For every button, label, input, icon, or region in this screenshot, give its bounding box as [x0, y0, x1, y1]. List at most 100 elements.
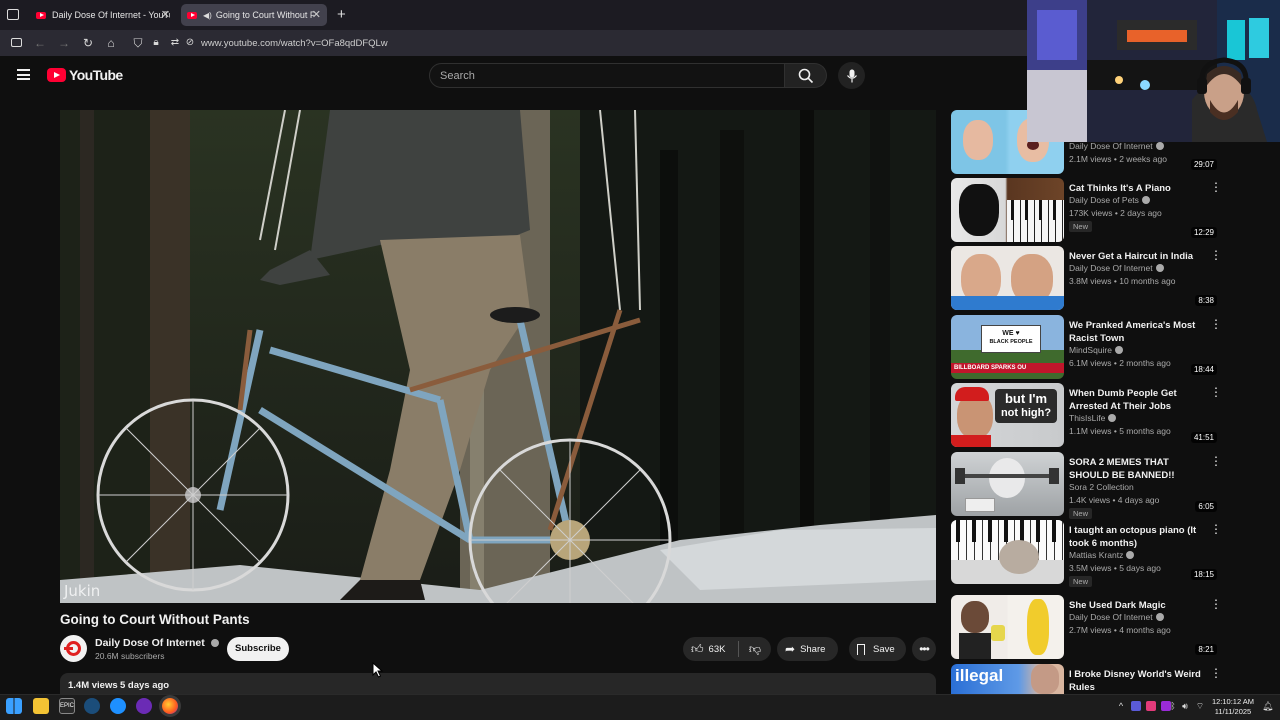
more-vertical-icon[interactable]: ⋮: [1210, 523, 1222, 535]
save-button[interactable]: Save: [849, 637, 906, 661]
youtube-wordmark: YouTube: [69, 67, 123, 83]
more-vertical-icon[interactable]: ⋮: [1210, 386, 1222, 398]
tray-app-icon[interactable]: [1146, 701, 1156, 711]
recommendation-meta: 3.8M views • 10 months ago: [1069, 276, 1176, 286]
thumbnail-text: BILLBOARD SPARKS OU: [951, 363, 1064, 373]
thumbnail-text: WE ♥: [1002, 330, 1020, 337]
description-box[interactable]: 1.4M views 5 days ago: [60, 673, 936, 694]
recommendation-item[interactable]: 12:29 Cat Thinks It's A Piano Daily Dose…: [951, 178, 1222, 242]
recommendation-item[interactable]: 8:38 Never Get a Haircut in India Daily …: [951, 246, 1222, 310]
new-tab-button[interactable]: +: [337, 6, 346, 23]
back-icon[interactable]: ←: [33, 36, 47, 50]
tab-list-icon[interactable]: [7, 9, 19, 20]
more-actions-button[interactable]: •••: [912, 637, 936, 661]
bluetooth-icon[interactable]: ᛒ: [1168, 701, 1178, 711]
video-thumbnail: [951, 178, 1064, 242]
channel-name[interactable]: Daily Dose Of Internet: [95, 637, 219, 649]
tab-daily-dose[interactable]: Daily Dose Of Internet - YouTub ✕: [30, 4, 176, 26]
video-duration: 8:21: [1195, 644, 1217, 655]
lock-icon[interactable]: 🔒︎: [149, 36, 163, 50]
clock-date: 11/11/2025: [1214, 707, 1252, 716]
like-dislike-group: 👍︎ 63K 👎︎: [683, 637, 771, 661]
video-thumbnail: [951, 246, 1064, 310]
url-field[interactable]: www.youtube.com/watch?v=OFa8qdDFQLw: [201, 38, 388, 49]
recommendation-item[interactable]: 6:05 SORA 2 MEMES THAT SHOULD BE BANNED!…: [951, 452, 1222, 519]
close-tab-icon[interactable]: ✕: [161, 8, 170, 21]
tab-going-to-court[interactable]: ◀) Going to Court Without Pants ✕: [181, 4, 327, 26]
epic-games-icon[interactable]: EPIC: [59, 698, 75, 714]
more-vertical-icon[interactable]: ⋮: [1210, 318, 1222, 330]
reload-icon[interactable]: ↻: [81, 36, 95, 50]
more-vertical-icon[interactable]: ⋮: [1210, 181, 1222, 193]
tracking-off-icon[interactable]: ⊘: [183, 36, 197, 50]
obs-icon[interactable]: [136, 698, 152, 714]
view-count: 1.4M views: [68, 680, 118, 691]
video-thumbnail: WE ♥ BLACK PEOPLE BILLBOARD SPARKS OU: [951, 315, 1064, 379]
subscribe-button[interactable]: Subscribe: [227, 637, 289, 661]
recommendation-title: When Dumb People Get Arrested At Their J…: [1069, 388, 1177, 412]
youtube-play-logo-icon: [47, 68, 66, 82]
close-tab-icon[interactable]: ✕: [312, 8, 321, 21]
recommendation-item[interactable]: WE ♥ BLACK PEOPLE BILLBOARD SPARKS OU 18…: [951, 315, 1222, 379]
sidebar-toggle-icon[interactable]: [9, 36, 23, 50]
youtube-logo[interactable]: YouTube: [47, 67, 123, 83]
wifi-icon[interactable]: ⌔: [1195, 701, 1205, 711]
taskbar-clock[interactable]: 12:10:12 AM 11/11/2025: [1209, 697, 1257, 717]
volume-icon[interactable]: 🔊︎: [1180, 701, 1190, 711]
thumbnail-text: illegal: [955, 666, 1004, 685]
firefox-icon[interactable]: [162, 698, 178, 714]
video-duration: 18:44: [1190, 364, 1217, 375]
more-vertical-icon[interactable]: ⋮: [1210, 455, 1222, 467]
recommendation-channel: MindSquire: [1069, 345, 1123, 355]
thumbnail-text: but I'm: [1004, 391, 1048, 406]
file-explorer-icon[interactable]: [33, 698, 49, 714]
shield-icon[interactable]: ⛉: [131, 36, 145, 50]
verified-icon: [1108, 414, 1117, 422]
like-button[interactable]: 👍︎ 63K: [683, 642, 738, 657]
webcam-overlay: [1027, 0, 1280, 142]
tray-app-icon[interactable]: [1131, 701, 1141, 711]
recommendation-meta: 1.4K views • 4 days ago: [1069, 495, 1160, 505]
recommendation-item[interactable]: 8:21 She Used Dark Magic Daily Dose Of I…: [951, 595, 1222, 659]
video-thumbnail: [951, 520, 1064, 584]
verified-icon: [210, 639, 219, 647]
notification-bell-icon[interactable]: 🔔︎: [1262, 701, 1273, 711]
channel-avatar[interactable]: [60, 635, 87, 662]
windows-start-icon[interactable]: [6, 698, 22, 714]
tab-title: Daily Dose Of Internet - YouTub: [52, 10, 170, 20]
notification-chevron-icon[interactable]: ^: [1116, 701, 1126, 711]
home-icon[interactable]: ⌂: [104, 36, 118, 50]
menu-icon[interactable]: [17, 69, 30, 80]
recommendation-item[interactable]: 18:15 I taught an octopus piano (It took…: [951, 520, 1222, 587]
video-frame: [60, 110, 936, 603]
forward-icon[interactable]: →: [57, 36, 71, 50]
subscriber-count: 20.6M subscribers: [95, 651, 165, 661]
more-vertical-icon[interactable]: ⋮: [1210, 598, 1222, 610]
share-label: Share: [800, 643, 826, 655]
recommendation-title: We Pranked America's Most Racist Town: [1069, 320, 1196, 344]
share-button[interactable]: ➦ Share: [777, 637, 838, 661]
microphone-icon: [846, 69, 857, 82]
recommendation-meta: 2.7M views • 4 months ago: [1069, 625, 1171, 635]
search-button[interactable]: [785, 63, 827, 88]
recommendation-item[interactable]: illegal I Broke Disney World's Weird Rul…: [951, 664, 1221, 694]
recommendation-title: Never Get a Haircut in India: [1069, 251, 1194, 262]
search-input[interactable]: Search: [429, 63, 785, 88]
video-player[interactable]: Jukin: [60, 110, 936, 603]
audio-playing-icon[interactable]: ◀): [203, 11, 212, 20]
recommendation-channel: Daily Dose Of Internet: [1069, 612, 1164, 622]
battle-net-icon[interactable]: [110, 698, 126, 714]
recommendation-channel: Daily Dose Of Internet: [1069, 263, 1164, 273]
thumbs-up-icon: 👍︎: [691, 641, 704, 656]
recommendation-item[interactable]: but I'm not high? 41:51 When Dumb People…: [951, 383, 1222, 447]
more-vertical-icon[interactable]: ⋮: [1210, 249, 1222, 261]
thumbs-down-icon: 👎︎: [748, 641, 762, 656]
more-horizontal-icon: •••: [919, 642, 930, 656]
permissions-icon[interactable]: ⇄: [168, 36, 182, 50]
steam-icon[interactable]: [84, 698, 100, 714]
thumbnail-text: BLACK PEOPLE: [989, 339, 1033, 345]
dislike-button[interactable]: 👎︎: [739, 642, 771, 657]
more-vertical-icon[interactable]: ⋮: [1210, 667, 1221, 679]
voice-search-button[interactable]: [838, 62, 865, 89]
webcam-frame: [1027, 0, 1280, 142]
